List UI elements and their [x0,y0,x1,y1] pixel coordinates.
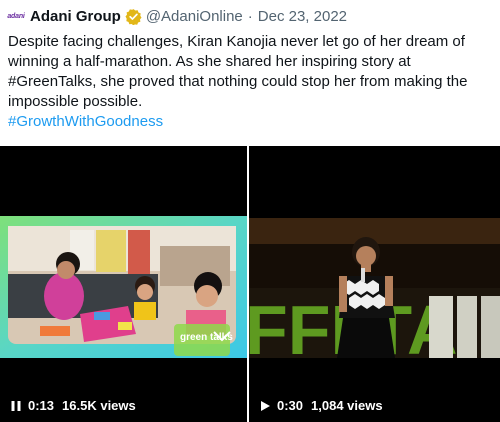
play-icon[interactable] [259,400,271,412]
video-controls-1: 0:13 16.5K views [10,398,136,413]
video-time: 0:13 [28,398,55,413]
video-player-1[interactable]: green talks 0:13 16.5K views [0,146,247,422]
separator-dot: · [247,7,253,25]
tweet-text-line: #GreenTalks, she proved that nothing cou… [8,73,468,90]
avatar-logo: adani [7,12,25,20]
video-player-2[interactable]: FFI TA 0:30 1,084 views [249,146,500,422]
tweet-text: Despite facing challenges, Kiran Kanojia… [8,32,492,132]
author-name[interactable]: Adani Group [30,8,121,25]
tweet-date[interactable]: Dec 23, 2022 [258,8,347,25]
video-views: 1,084 views [311,398,383,413]
video-controls-2: 0:30 1,084 views [259,398,383,413]
video-time: 0:30 [277,398,304,413]
tweet-text-line: impossible possible. [8,93,143,110]
verified-badge-icon [125,8,142,25]
tweet-text-line: Despite facing challenges, Kiran Kanojia… [8,33,465,50]
video-thumbnail-2: FFI TA [249,218,500,369]
video-thumbnail-1: green talks [0,216,247,358]
video-views: 16.5K views [62,398,136,413]
author-handle[interactable]: @AdaniOnline [146,8,243,25]
tweet-text-line: winning a half-marathon. As she shared h… [8,53,411,70]
tweet-header: adani Adani Group @AdaniOnline · Dec 23,… [7,6,347,26]
hashtag-link[interactable]: #GrowthWithGoodness [8,112,492,132]
pause-icon[interactable] [10,400,22,412]
avatar[interactable]: adani [7,9,25,23]
